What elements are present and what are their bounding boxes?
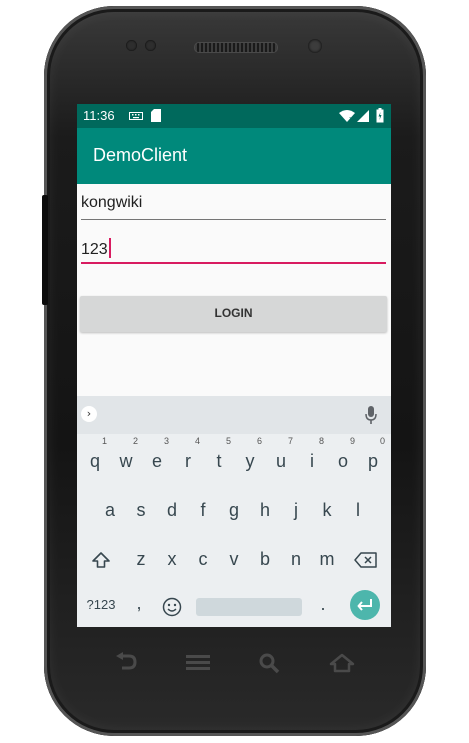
key-l[interactable]: l bbox=[343, 492, 373, 528]
key-n[interactable]: n bbox=[281, 541, 311, 577]
key-r[interactable]: r4 bbox=[173, 436, 203, 479]
sensor-dot bbox=[126, 40, 137, 51]
status-time: 11:36 bbox=[83, 108, 115, 123]
key-i[interactable]: i8 bbox=[297, 436, 327, 479]
side-button bbox=[42, 195, 48, 305]
sd-card-icon bbox=[151, 109, 161, 122]
key-t[interactable]: t5 bbox=[204, 436, 234, 479]
key-d[interactable]: d bbox=[157, 492, 187, 528]
status-bar: 11:36 x bbox=[77, 104, 391, 128]
password-field[interactable]: 123 bbox=[81, 234, 386, 264]
backspace-icon bbox=[354, 552, 377, 568]
comma-key[interactable]: , bbox=[127, 585, 151, 621]
key-k[interactable]: k bbox=[312, 492, 342, 528]
app-title: DemoClient bbox=[93, 145, 188, 165]
keyboard-suggestion-strip: › bbox=[77, 396, 391, 434]
key-h[interactable]: h bbox=[250, 492, 280, 528]
chevron-right-icon[interactable]: › bbox=[81, 406, 97, 422]
username-underline bbox=[81, 219, 386, 220]
key-a[interactable]: a bbox=[95, 492, 125, 528]
earpiece-speaker bbox=[194, 42, 278, 53]
backspace-key[interactable] bbox=[351, 541, 381, 577]
key-z[interactable]: z bbox=[126, 541, 156, 577]
key-y[interactable]: y6 bbox=[235, 436, 265, 479]
key-o[interactable]: o9 bbox=[328, 436, 358, 479]
key-q[interactable]: q1 bbox=[80, 436, 110, 479]
svg-text:x: x bbox=[349, 115, 353, 122]
key-g[interactable]: g bbox=[219, 492, 249, 528]
login-label: LOGIN bbox=[214, 306, 253, 320]
enter-key[interactable] bbox=[350, 590, 380, 620]
search-icon[interactable] bbox=[257, 652, 283, 674]
period-key[interactable]: . bbox=[311, 586, 335, 622]
key-j[interactable]: j bbox=[281, 492, 311, 528]
key-u[interactable]: u7 bbox=[266, 436, 296, 479]
microphone-icon[interactable] bbox=[364, 405, 378, 425]
sensor-dot bbox=[145, 40, 156, 51]
wifi-icon: x bbox=[339, 110, 355, 122]
key-b[interactable]: b bbox=[250, 541, 280, 577]
home-icon[interactable] bbox=[329, 652, 355, 674]
text-cursor bbox=[108, 238, 111, 258]
key-c[interactable]: c bbox=[188, 541, 218, 577]
username-field[interactable]: kongwiki bbox=[81, 190, 386, 220]
enter-icon bbox=[357, 599, 372, 611]
key-m[interactable]: m bbox=[312, 541, 342, 577]
key-e[interactable]: e3 bbox=[142, 436, 172, 479]
symbols-key[interactable]: ?123 bbox=[81, 587, 121, 623]
username-value: kongwiki bbox=[81, 194, 143, 211]
keyboard-icon bbox=[129, 112, 143, 120]
menu-icon[interactable] bbox=[185, 652, 211, 674]
battery-icon bbox=[376, 108, 384, 123]
signal-icon bbox=[357, 110, 369, 122]
shift-key[interactable] bbox=[86, 541, 116, 577]
key-x[interactable]: x bbox=[157, 541, 187, 577]
soft-keyboard: › q1 w2 e3 r4 t5 y6 u7 i8 o9 p0 a s d f … bbox=[77, 396, 391, 627]
key-w[interactable]: w2 bbox=[111, 436, 141, 479]
back-icon[interactable] bbox=[113, 652, 139, 674]
spacebar[interactable] bbox=[196, 598, 302, 616]
emoji-key[interactable] bbox=[157, 588, 187, 624]
key-v[interactable]: v bbox=[219, 541, 249, 577]
hardware-nav-bar bbox=[77, 640, 391, 686]
password-value: 123 bbox=[81, 241, 108, 258]
login-button[interactable]: LOGIN bbox=[80, 296, 387, 332]
screen: 11:36 x DemoClient kongwiki 123 LOGIN › … bbox=[77, 104, 391, 627]
app-bar: DemoClient bbox=[77, 128, 391, 184]
key-f[interactable]: f bbox=[188, 492, 218, 528]
password-underline bbox=[81, 262, 386, 264]
key-s[interactable]: s bbox=[126, 492, 156, 528]
key-p[interactable]: p0 bbox=[358, 436, 388, 479]
front-camera bbox=[308, 39, 322, 53]
shift-icon bbox=[92, 552, 110, 569]
emoji-icon bbox=[162, 598, 182, 617]
